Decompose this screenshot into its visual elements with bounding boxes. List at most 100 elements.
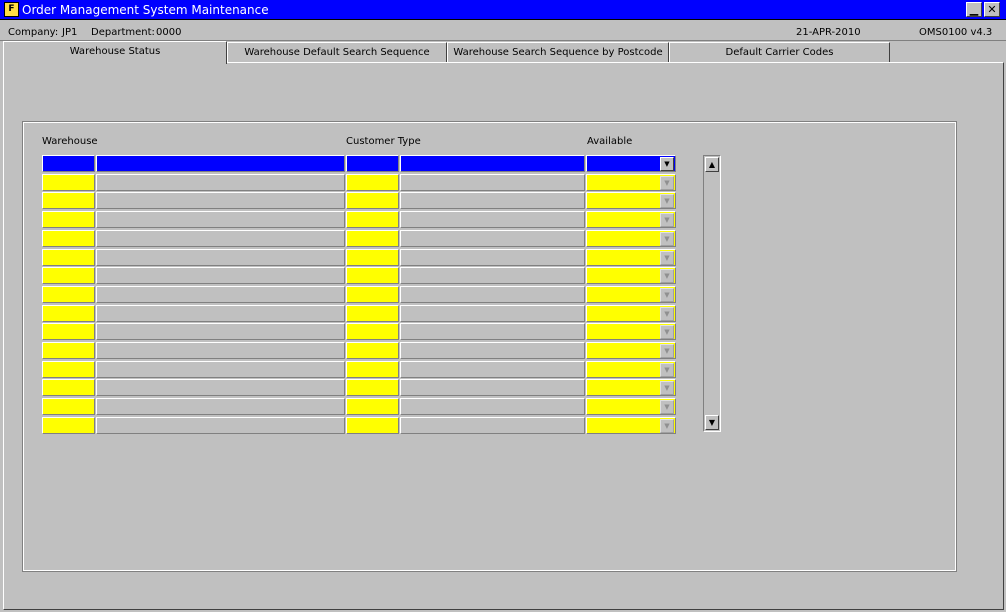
customer-type-description-field[interactable]: [400, 361, 585, 378]
chevron-down-icon[interactable]: ▼: [660, 232, 674, 246]
available-select[interactable]: ▼: [586, 305, 676, 322]
warehouse-code-field[interactable]: [42, 249, 95, 266]
warehouse-code-field[interactable]: [42, 305, 95, 322]
chevron-down-icon[interactable]: ▼: [660, 194, 674, 208]
customer-type-description-field[interactable]: [400, 379, 585, 396]
warehouse-description-field[interactable]: [96, 192, 345, 209]
chevron-down-icon[interactable]: ▼: [660, 251, 674, 265]
available-select[interactable]: ▼: [586, 361, 676, 378]
available-select[interactable]: ▼: [586, 230, 676, 247]
customer-type-description-field[interactable]: [400, 249, 585, 266]
customer-type-description-field[interactable]: [400, 211, 585, 228]
chevron-down-icon[interactable]: ▼: [660, 157, 674, 171]
customer-type-description-field[interactable]: [400, 174, 585, 191]
warehouse-description-field[interactable]: [96, 174, 345, 191]
available-select[interactable]: ▼: [586, 323, 676, 340]
customer-type-description-field[interactable]: [400, 286, 585, 303]
tab-warehouse-status[interactable]: Warehouse Status: [3, 41, 227, 64]
available-select[interactable]: ▼: [586, 249, 676, 266]
chevron-down-icon[interactable]: ▼: [660, 288, 674, 302]
customer-type-field[interactable]: [346, 305, 399, 322]
warehouse-code-field[interactable]: [42, 323, 95, 340]
tab-default-carrier-codes[interactable]: Default Carrier Codes: [669, 42, 890, 63]
customer-type-field[interactable]: [346, 230, 399, 247]
chevron-down-icon[interactable]: ▼: [660, 381, 674, 395]
close-button[interactable]: ✕: [984, 2, 1000, 17]
customer-type-field[interactable]: [346, 379, 399, 396]
arrow-up-icon[interactable]: ▲: [705, 157, 719, 172]
customer-type-description-field[interactable]: [400, 267, 585, 284]
customer-type-field[interactable]: [346, 211, 399, 228]
customer-type-description-field[interactable]: [400, 155, 585, 172]
warehouse-description-field[interactable]: [96, 155, 345, 172]
chevron-down-icon[interactable]: ▼: [660, 269, 674, 283]
available-select[interactable]: ▼: [586, 192, 676, 209]
customer-type-description-field[interactable]: [400, 323, 585, 340]
warehouse-code-field[interactable]: [42, 230, 95, 247]
chevron-down-icon[interactable]: ▼: [660, 363, 674, 377]
customer-type-description-field[interactable]: [400, 417, 585, 434]
chevron-down-icon[interactable]: ▼: [660, 213, 674, 227]
customer-type-description-field[interactable]: [400, 230, 585, 247]
customer-type-field[interactable]: [346, 155, 399, 172]
warehouse-code-field[interactable]: [42, 361, 95, 378]
warehouse-code-field[interactable]: [42, 267, 95, 284]
available-select[interactable]: ▼: [586, 398, 676, 415]
tab-warehouse-search-sequence-by-postcode[interactable]: Warehouse Search Sequence by Postcode: [447, 42, 669, 63]
warehouse-description-field[interactable]: [96, 398, 345, 415]
warehouse-description-field[interactable]: [96, 249, 345, 266]
warehouse-description-field[interactable]: [96, 417, 345, 434]
warehouse-description-field[interactable]: [96, 286, 345, 303]
customer-type-description-field[interactable]: [400, 305, 585, 322]
available-select[interactable]: ▼: [586, 417, 676, 434]
warehouse-code-field[interactable]: [42, 211, 95, 228]
warehouse-description-field[interactable]: [96, 361, 345, 378]
grid-scrollbar[interactable]: ▲ ▼: [703, 155, 721, 432]
warehouse-code-field[interactable]: [42, 286, 95, 303]
minimize-button[interactable]: ▁: [966, 2, 982, 17]
warehouse-description-field[interactable]: [96, 342, 345, 359]
chevron-down-icon[interactable]: ▼: [660, 176, 674, 190]
warehouse-code-field[interactable]: [42, 174, 95, 191]
warehouse-description-field[interactable]: [96, 230, 345, 247]
scrollbar-track[interactable]: [705, 173, 719, 413]
chevron-down-icon[interactable]: ▼: [660, 344, 674, 358]
available-select[interactable]: ▼: [586, 379, 676, 396]
customer-type-field[interactable]: [346, 417, 399, 434]
customer-type-field[interactable]: [346, 323, 399, 340]
chevron-down-icon[interactable]: ▼: [660, 325, 674, 339]
chevron-down-icon[interactable]: ▼: [660, 307, 674, 321]
customer-type-field[interactable]: [346, 249, 399, 266]
warehouse-code-field[interactable]: [42, 155, 95, 172]
customer-type-description-field[interactable]: [400, 398, 585, 415]
customer-type-field[interactable]: [346, 192, 399, 209]
tab-warehouse-default-search-sequence[interactable]: Warehouse Default Search Sequence: [227, 42, 447, 63]
warehouse-code-field[interactable]: [42, 417, 95, 434]
available-select[interactable]: ▼: [586, 267, 676, 284]
warehouse-description-field[interactable]: [96, 379, 345, 396]
customer-type-field[interactable]: [346, 286, 399, 303]
customer-type-field[interactable]: [346, 174, 399, 191]
chevron-down-icon[interactable]: ▼: [660, 400, 674, 414]
warehouse-code-field[interactable]: [42, 192, 95, 209]
available-select[interactable]: ▼: [586, 155, 676, 172]
warehouse-code-field[interactable]: [42, 342, 95, 359]
arrow-down-icon[interactable]: ▼: [705, 415, 719, 430]
chevron-down-icon[interactable]: ▼: [660, 419, 674, 433]
customer-type-description-field[interactable]: [400, 192, 585, 209]
warehouse-code-field[interactable]: [42, 398, 95, 415]
available-select[interactable]: ▼: [586, 342, 676, 359]
customer-type-field[interactable]: [346, 398, 399, 415]
warehouse-description-field[interactable]: [96, 211, 345, 228]
warehouse-description-field[interactable]: [96, 267, 345, 284]
warehouse-description-field[interactable]: [96, 305, 345, 322]
title-bar[interactable]: F Order Management System Maintenance ▁ …: [0, 0, 1006, 20]
warehouse-code-field[interactable]: [42, 379, 95, 396]
available-select[interactable]: ▼: [586, 211, 676, 228]
warehouse-description-field[interactable]: [96, 323, 345, 340]
customer-type-field[interactable]: [346, 267, 399, 284]
available-select[interactable]: ▼: [586, 174, 676, 191]
customer-type-field[interactable]: [346, 361, 399, 378]
customer-type-description-field[interactable]: [400, 342, 585, 359]
customer-type-field[interactable]: [346, 342, 399, 359]
